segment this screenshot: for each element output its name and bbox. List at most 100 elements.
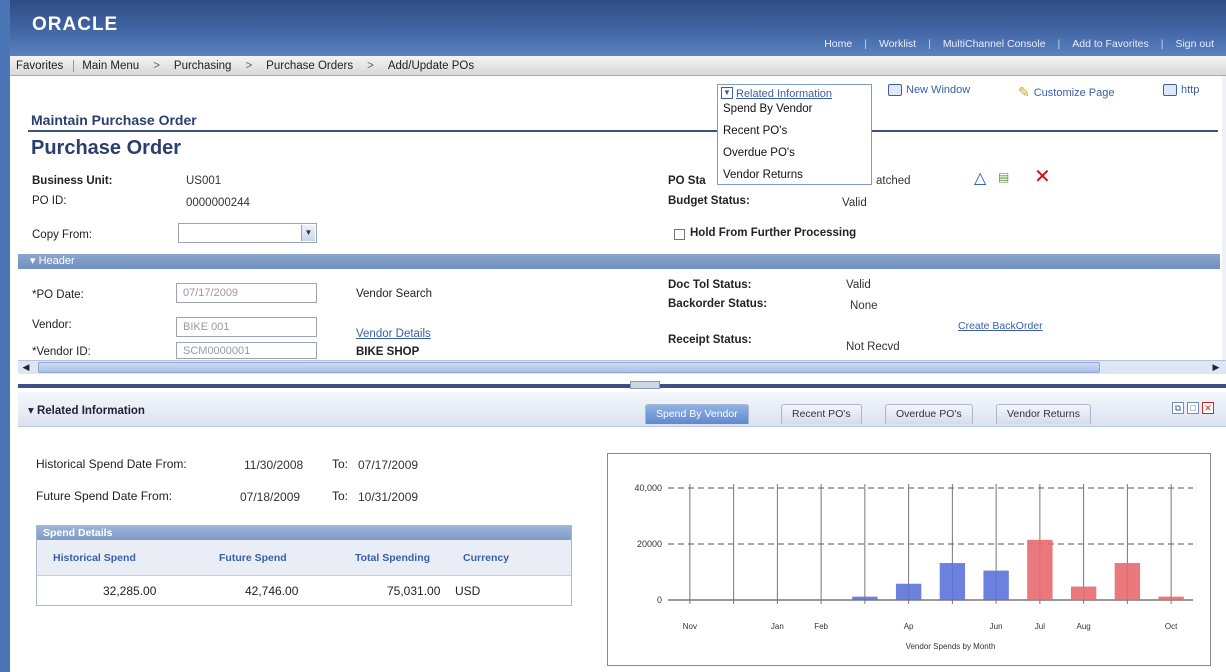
x-tick-label: Feb — [814, 622, 828, 631]
x-tick-label: Jan — [771, 622, 784, 631]
header-section-title: Header — [38, 255, 75, 267]
new-window-label: New Window — [906, 84, 971, 96]
crumb-purchasing[interactable]: Purchasing — [166, 60, 240, 72]
top-banner: ORACLE Home | Worklist | MultiChannel Cons… — [10, 0, 1226, 56]
crumb-add-update-pos[interactable]: Add/Update POs — [380, 60, 482, 72]
delete-icon[interactable]: ✕ — [1034, 164, 1051, 189]
chart-svg: 0 20000 40,000 Nov Jan Feb Ap Jun Jul Aug Oct Vendo… — [634, 483, 1193, 651]
pane-window-controls: ⧉ □ ✕ — [1172, 402, 1214, 414]
http-icon — [1163, 84, 1177, 96]
chart-bar — [1114, 563, 1141, 600]
tab-spend-by-vendor[interactable]: Spend By Vendor — [645, 404, 749, 424]
pane-splitter[interactable] — [18, 381, 1226, 389]
hold-label: Hold From Further Processing — [690, 227, 857, 239]
close-icon[interactable]: ✕ — [1202, 402, 1214, 414]
backorder-label: Backorder Status: — [668, 298, 768, 310]
copy-from-select[interactable]: ▼ — [178, 223, 317, 243]
receipt-label: Receipt Status: — [668, 334, 752, 346]
col-historical-spend: Historical Spend — [53, 552, 136, 564]
x-tick-label: Jun — [990, 622, 1003, 631]
doc-tol-label: Doc Tol Status: — [668, 279, 752, 291]
spend-details-title: Spend Details — [37, 526, 571, 540]
oracle-logo: ORACLE — [32, 14, 119, 35]
y-tick-label: 20000 — [637, 539, 662, 549]
main-menu[interactable]: Main Menu — [74, 60, 147, 72]
new-window-icon — [888, 84, 902, 96]
header-section-bar[interactable]: ▾ Header — [18, 254, 1220, 269]
http-tool[interactable]: http — [1163, 84, 1199, 96]
spend-details-grid: Spend Details Historical Spend Future Sp… — [36, 525, 572, 606]
horizontal-scrollbar[interactable]: ◀ ▶ — [18, 360, 1226, 374]
menu-overdue-pos[interactable]: Overdue PO's — [723, 147, 795, 159]
related-info-title[interactable]: ▾ Related Information — [28, 403, 145, 417]
warning-triangle-icon[interactable]: △ — [974, 168, 986, 188]
vendor-label: Vendor: — [32, 319, 72, 331]
chart-bar — [852, 596, 878, 600]
hist-from-value: 11/30/2008 — [244, 458, 304, 472]
worklist-link[interactable]: Worklist — [867, 38, 928, 50]
historical-spend-value: 32,285.00 — [103, 584, 157, 598]
signout-link[interactable]: Sign out — [1163, 38, 1226, 50]
create-backorder-link[interactable]: Create BackOrder — [958, 320, 1043, 332]
dropdown-arrow-icon[interactable]: ▼ — [721, 87, 733, 99]
po-date-label: *PO Date: — [32, 289, 84, 301]
top-links: Home | Worklist | MultiChannel Console | Ad… — [812, 38, 1226, 50]
crumb-separator: > — [367, 59, 374, 72]
maximize-icon[interactable]: □ — [1187, 402, 1199, 414]
menu-recent-pos[interactable]: Recent PO's — [723, 125, 787, 137]
chevron-down-icon[interactable]: ▼ — [301, 225, 315, 241]
x-tick-label: Nov — [683, 622, 697, 631]
x-tick-label: Aug — [1077, 622, 1091, 631]
x-tick-label: Ap — [904, 622, 914, 631]
hold-checkbox[interactable] — [674, 229, 685, 240]
x-axis-label: Vendor Spends by Month — [906, 642, 996, 651]
hist-to-label: To: — [332, 457, 349, 471]
tab-overdue-pos[interactable]: Overdue PO's — [885, 404, 973, 424]
vendor-field[interactable]: BIKE 001 — [176, 317, 317, 337]
crumb-separator: > — [245, 59, 253, 72]
crumb-purchase-orders[interactable]: Purchase Orders — [258, 60, 361, 72]
http-label: http — [1181, 84, 1200, 96]
x-tick-label: Jul — [1035, 622, 1045, 631]
business-unit-label: Business Unit: — [32, 175, 113, 187]
menu-spend-by-vendor[interactable]: Spend By Vendor — [723, 103, 813, 115]
restore-icon[interactable]: ⧉ — [1172, 402, 1184, 414]
new-window-tool[interactable]: New Window — [888, 84, 970, 96]
vendor-search-link[interactable]: Vendor Search — [356, 288, 432, 300]
future-to-label: To: — [332, 489, 349, 503]
future-spend-value: 42,746.00 — [245, 584, 299, 598]
related-info-link[interactable]: Related Information — [736, 88, 832, 100]
vendor-details-link[interactable]: Vendor Details — [356, 328, 431, 340]
right-edge-scroll — [1222, 76, 1226, 360]
multichannel-link[interactable]: MultiChannel Console — [931, 38, 1058, 50]
scroll-left-icon[interactable]: ◀ — [20, 362, 32, 373]
related-info-header: ▾ Related Information Spend By Vendor Re… — [18, 392, 1226, 427]
scroll-thumb[interactable] — [38, 362, 1100, 373]
receipt-value: Not Recvd — [846, 341, 900, 353]
menu-vendor-returns[interactable]: Vendor Returns — [723, 169, 803, 181]
splitter-grip[interactable] — [630, 381, 660, 389]
scroll-right-icon[interactable]: ▶ — [1210, 362, 1222, 373]
favorites-menu[interactable]: Favorites — [10, 59, 75, 72]
breadcrumb: Favorites Main Menu > Purchasing > Purch… — [10, 56, 1226, 76]
home-link[interactable]: Home — [812, 38, 864, 50]
currency-value: USD — [455, 584, 481, 598]
doc-tol-value: Valid — [846, 279, 871, 291]
chart-bar — [939, 563, 966, 600]
add-favorites-link[interactable]: Add to Favorites — [1060, 38, 1160, 50]
tab-vendor-returns[interactable]: Vendor Returns — [996, 404, 1091, 424]
customize-page-tool[interactable]: ✎ Customize Page — [1018, 84, 1114, 101]
chart-bar — [895, 583, 922, 600]
vendor-id-field[interactable]: SCM0000001 — [176, 342, 317, 359]
chart-bar — [1027, 539, 1053, 600]
po-id-label: PO ID: — [32, 195, 67, 207]
backorder-value: None — [850, 300, 878, 312]
business-unit-value: US001 — [186, 175, 222, 187]
tab-recent-pos[interactable]: Recent PO's — [781, 404, 862, 424]
collapse-icon: ▾ — [30, 255, 39, 267]
chart-bar — [1070, 586, 1097, 600]
page-title: Purchase Order — [31, 137, 182, 159]
y-tick-label: 40,000 — [634, 483, 662, 493]
document-icon[interactable]: ▤ — [998, 170, 1009, 184]
po-date-field[interactable]: 07/17/2009 — [176, 283, 317, 303]
